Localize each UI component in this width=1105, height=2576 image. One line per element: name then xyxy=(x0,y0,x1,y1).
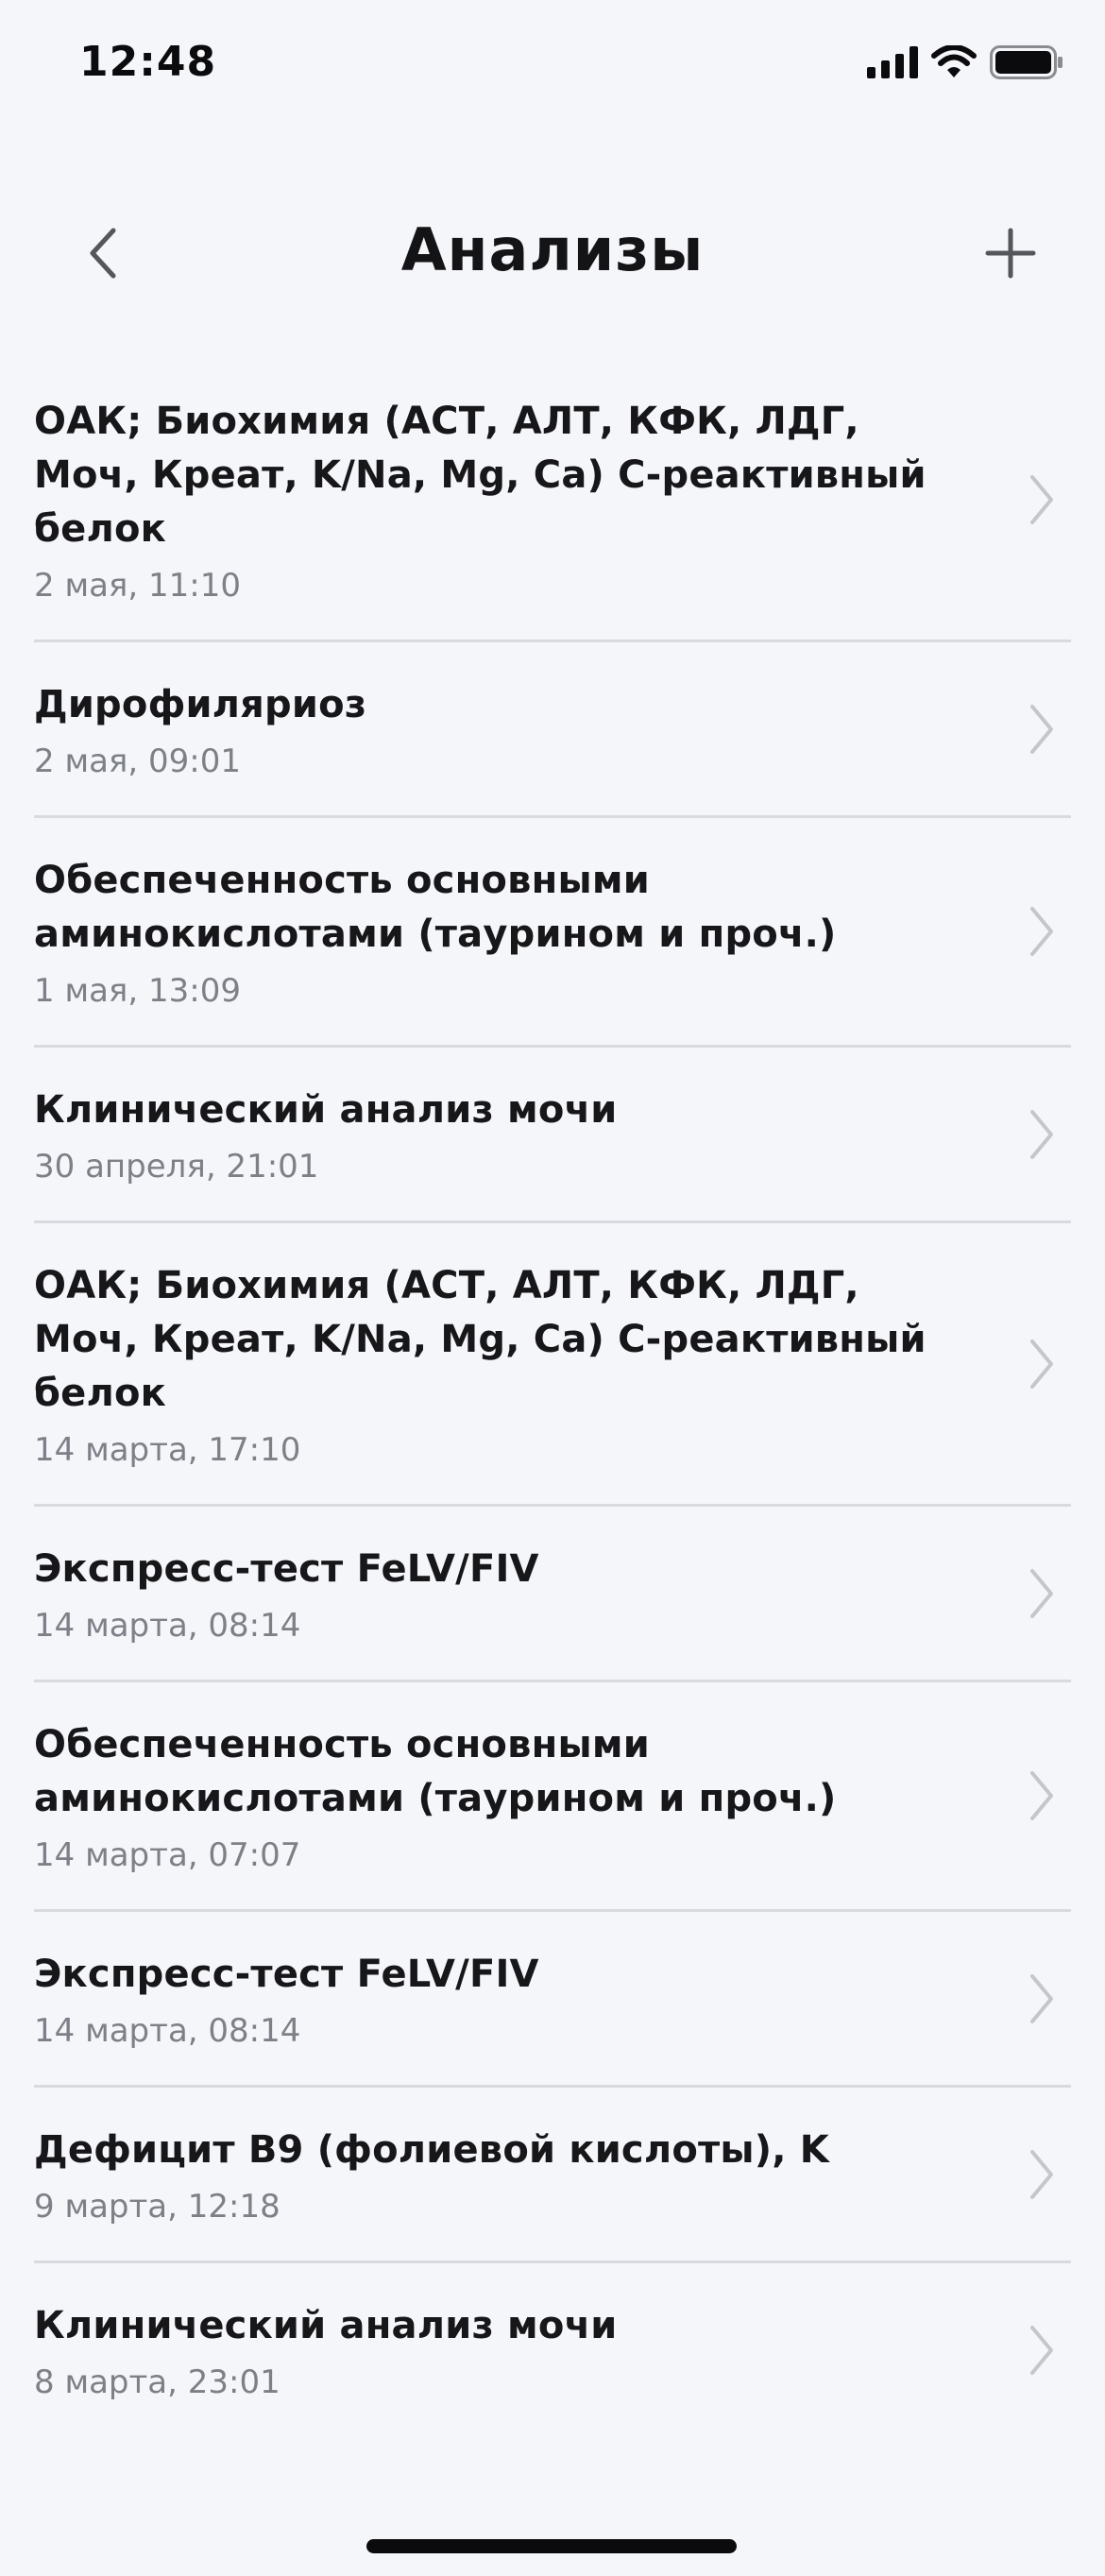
item-date: 9 марта, 12:18 xyxy=(34,2188,280,2226)
chevron-right-icon xyxy=(1028,2148,1056,2201)
add-analysis-button[interactable] xyxy=(973,217,1048,293)
item-title: Дирофиляриоз xyxy=(34,683,367,726)
list-item[interactable]: Дефицит B9 (фолиевой кислоты), K 9 марта… xyxy=(34,2088,1071,2263)
list-item[interactable]: ОАК; Биохимия (АСТ, АЛТ, КФК, ЛДГ, Моч, … xyxy=(34,359,1071,642)
navigation-bar: Анализы xyxy=(0,189,1105,321)
cellular-signal-icon xyxy=(867,46,918,82)
item-title: Клинический анализ мочи xyxy=(34,1088,618,1132)
status-icons xyxy=(867,44,1063,83)
chevron-right-icon xyxy=(1028,1108,1056,1161)
list-item[interactable]: Дирофиляриоз 2 мая, 09:01 xyxy=(34,642,1071,818)
item-date: 14 марта, 07:07 xyxy=(34,1836,301,1874)
chevron-right-icon xyxy=(1028,1338,1056,1390)
item-title: ОАК; Биохимия (АСТ, АЛТ, КФК, ЛДГ, Моч, … xyxy=(34,1264,926,1415)
chevron-right-icon xyxy=(1028,1769,1056,1822)
item-title: ОАК; Биохимия (АСТ, АЛТ, КФК, ЛДГ, Моч, … xyxy=(34,400,926,551)
wifi-icon xyxy=(931,44,977,83)
plus-icon xyxy=(984,227,1037,283)
list-item[interactable]: Клинический анализ мочи 8 марта, 23:01 xyxy=(34,2263,1071,2436)
status-time: 12:48 xyxy=(79,38,217,86)
list-item[interactable]: Экспресс-тест FeLV/FIV 14 марта, 08:14 xyxy=(34,1507,1071,1682)
list-item[interactable]: Клинический анализ мочи 30 апреля, 21:01 xyxy=(34,1048,1071,1223)
status-bar: 12:48 xyxy=(0,0,1105,132)
item-date: 14 марта, 08:14 xyxy=(34,1607,301,1645)
item-title: Обеспеченность основными аминокислотами … xyxy=(34,1723,837,1820)
list-item[interactable]: Обеспеченность основными аминокислотами … xyxy=(34,818,1071,1048)
item-title: Обеспеченность основными аминокислотами … xyxy=(34,859,837,956)
chevron-right-icon xyxy=(1028,1972,1056,2025)
item-date: 1 мая, 13:09 xyxy=(34,972,241,1010)
item-date: 2 мая, 11:10 xyxy=(34,567,241,605)
item-title: Экспресс-тест FeLV/FIV xyxy=(34,1953,539,1996)
list-item[interactable]: Обеспеченность основными аминокислотами … xyxy=(34,1682,1071,1912)
home-indicator[interactable] xyxy=(366,2539,737,2553)
chevron-right-icon xyxy=(1028,905,1056,958)
chevron-right-icon xyxy=(1028,1567,1056,1620)
item-date: 14 марта, 08:14 xyxy=(34,2012,301,2050)
item-date: 8 марта, 23:01 xyxy=(34,2363,280,2401)
item-date: 2 мая, 09:01 xyxy=(34,742,241,780)
item-date: 30 апреля, 21:01 xyxy=(34,1148,319,1186)
item-title: Экспресс-тест FeLV/FIV xyxy=(34,1547,539,1591)
chevron-right-icon xyxy=(1028,2324,1056,2377)
item-title: Клинический анализ мочи xyxy=(34,2304,618,2347)
list-item[interactable]: ОАК; Биохимия (АСТ, АЛТ, КФК, ЛДГ, Моч, … xyxy=(34,1223,1071,1507)
chevron-right-icon xyxy=(1028,703,1056,756)
list-item[interactable]: Экспресс-тест FeLV/FIV 14 марта, 08:14 xyxy=(34,1912,1071,2088)
item-title: Дефицит B9 (фолиевой кислоты), K xyxy=(34,2128,829,2172)
chevron-right-icon xyxy=(1028,473,1056,526)
page-title: Анализы xyxy=(400,215,705,284)
item-date: 14 марта, 17:10 xyxy=(34,1431,301,1469)
analyses-list: ОАК; Биохимия (АСТ, АЛТ, КФК, ЛДГ, Моч, … xyxy=(0,359,1105,2436)
battery-icon xyxy=(990,45,1063,83)
